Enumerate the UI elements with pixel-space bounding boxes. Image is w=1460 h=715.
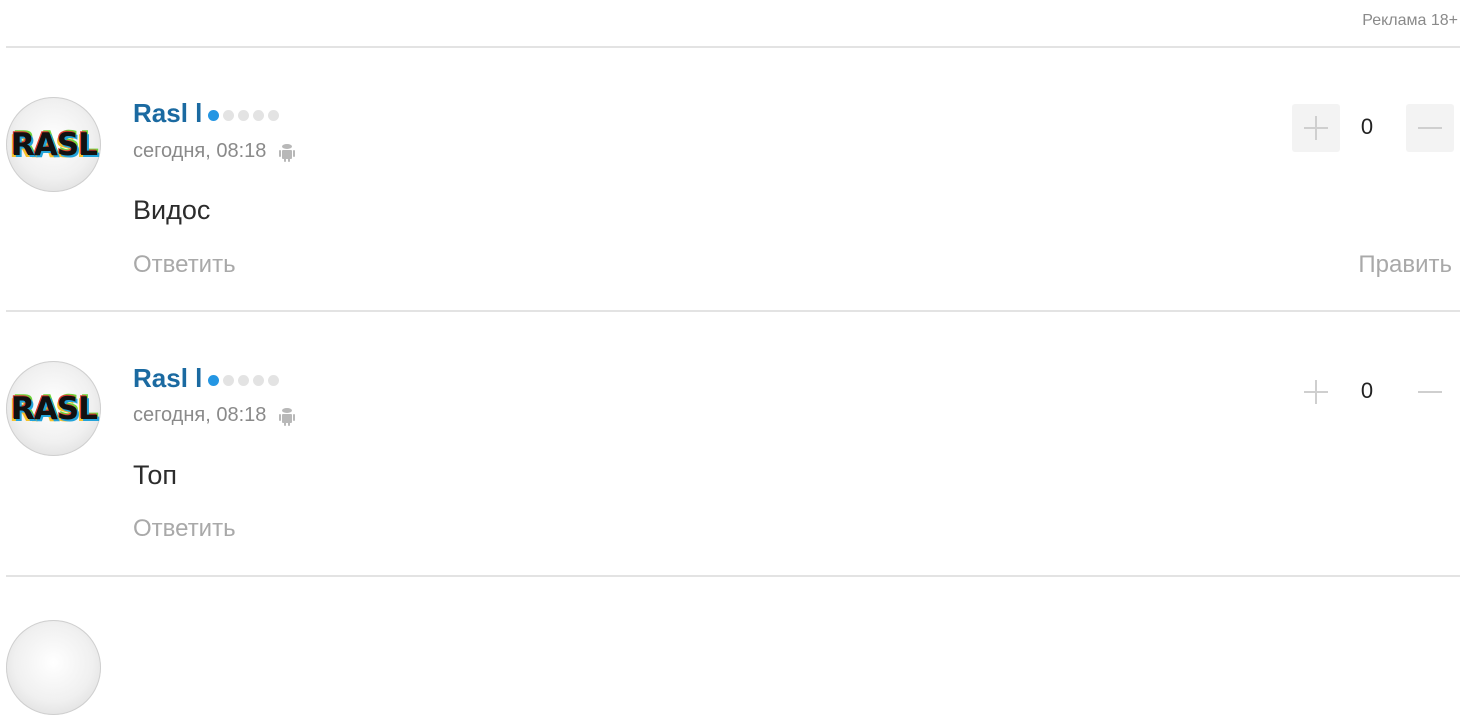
- minus-icon: [1418, 127, 1442, 129]
- android-icon: [276, 405, 298, 427]
- comment-date: сегодня, 08:18: [133, 140, 267, 162]
- downvote-button[interactable]: [1406, 104, 1454, 152]
- vote-count: 0: [1360, 114, 1374, 139]
- avatar[interactable]: RASL: [6, 97, 101, 192]
- avatar[interactable]: RASL: [6, 361, 101, 456]
- edit-button[interactable]: Править: [1358, 251, 1452, 279]
- comment-text: Видос: [133, 195, 211, 225]
- comment-meta: сегодня, 08:18: [133, 404, 298, 427]
- rank-dot: [238, 110, 250, 121]
- reply-button[interactable]: Ответить: [133, 251, 236, 279]
- rank-dot: [268, 375, 280, 386]
- ad-label: Реклама 18+: [1362, 12, 1458, 29]
- comment-date: сегодня, 08:18: [133, 404, 267, 426]
- rank-dot: [223, 110, 235, 121]
- rank-dot: [253, 375, 265, 386]
- author-name[interactable]: Rasl l: [133, 98, 280, 129]
- rank-dot: [238, 375, 250, 386]
- avatar[interactable]: [6, 620, 101, 715]
- divider: [6, 575, 1460, 577]
- rank-dot: [208, 375, 220, 386]
- rank-indicator: [208, 110, 280, 121]
- author-name-label: Rasl l: [133, 98, 203, 128]
- reply-button[interactable]: Ответить: [133, 515, 236, 543]
- plus-icon: [1304, 380, 1328, 404]
- divider: [6, 46, 1460, 48]
- minus-icon: [1418, 391, 1442, 393]
- avatar-text: RASL: [11, 127, 98, 163]
- comment-text: Топ: [133, 460, 178, 490]
- rank-dot: [268, 110, 280, 121]
- author-name-label: Rasl l: [133, 363, 203, 393]
- android-icon: [276, 141, 298, 163]
- downvote-button[interactable]: [1406, 368, 1454, 416]
- author-name[interactable]: Rasl l: [133, 363, 280, 394]
- plus-icon: [1304, 116, 1328, 140]
- rank-dot: [208, 110, 220, 121]
- rank-indicator: [208, 375, 280, 386]
- upvote-button[interactable]: [1292, 104, 1340, 152]
- avatar-text: RASL: [11, 391, 98, 427]
- upvote-button[interactable]: [1292, 368, 1340, 416]
- comment-meta: сегодня, 08:18: [133, 140, 298, 163]
- rank-dot: [253, 110, 265, 121]
- rank-dot: [223, 375, 235, 386]
- vote-count: 0: [1360, 378, 1374, 403]
- divider: [6, 310, 1460, 312]
